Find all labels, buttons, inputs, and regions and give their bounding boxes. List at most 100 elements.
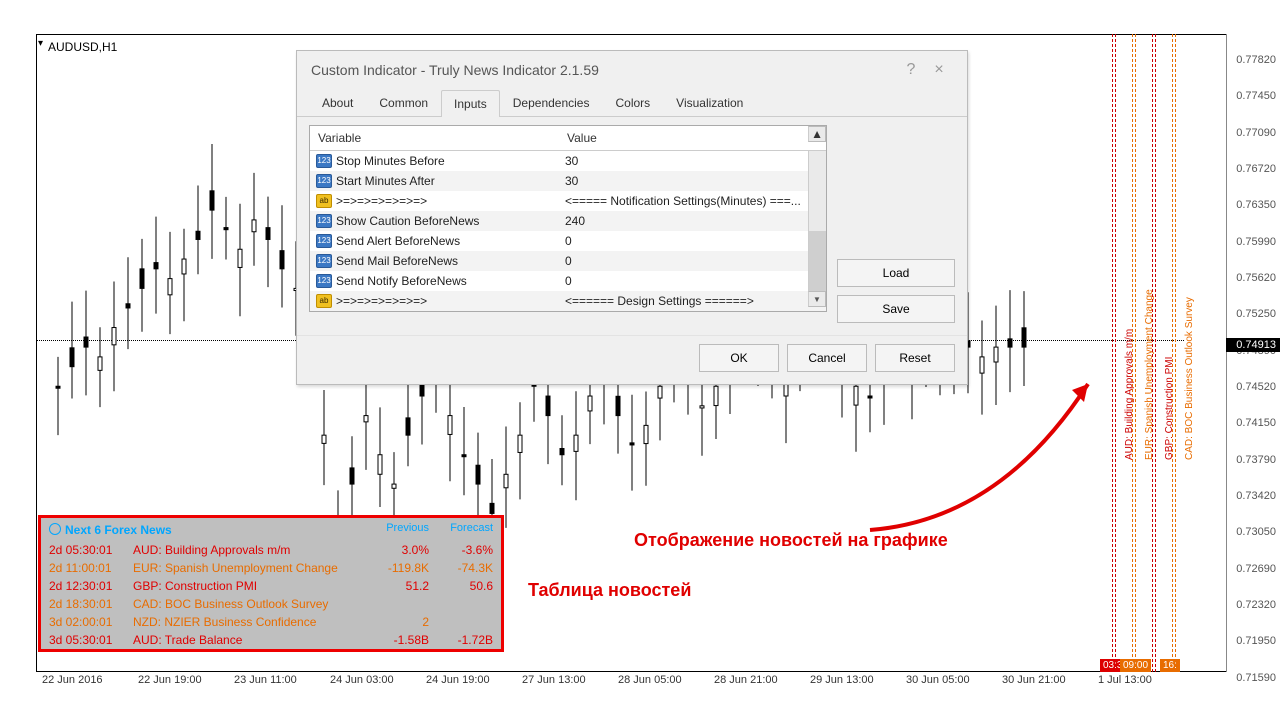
help-icon[interactable]: ?: [897, 61, 925, 79]
input-row[interactable]: 123Stop Minutes Before30: [310, 151, 826, 171]
price-tick: 0.76720: [1226, 163, 1276, 175]
time-tick: 27 Jun 13:00: [522, 674, 586, 686]
news-vline-label: EUR: Spanish Unemployment Change: [1144, 289, 1155, 460]
number-type-icon: 123: [316, 274, 332, 288]
save-button[interactable]: Save: [837, 295, 955, 323]
input-value[interactable]: 30: [559, 151, 808, 171]
news-vline-label: AUD: Building Approvals m/m: [1124, 329, 1135, 460]
input-row[interactable]: 123 Send Notify BeforeNews 0: [310, 271, 826, 291]
load-button[interactable]: Load: [837, 259, 955, 287]
price-tick: 0.75250: [1226, 308, 1276, 320]
scroll-up-icon[interactable]: ▲: [808, 126, 826, 142]
input-value[interactable]: <===== Notification Settings(Minutes) ==…: [559, 191, 808, 211]
indicator-properties-dialog: Custom Indicator - Truly News Indicator …: [296, 50, 968, 385]
time-tick: 1 Jul 13:00: [1098, 674, 1152, 686]
cancel-button[interactable]: Cancel: [787, 344, 867, 372]
column-value[interactable]: Value: [559, 126, 808, 150]
input-value[interactable]: <====== Design Settings ======>: [559, 291, 808, 311]
input-row[interactable]: 123 Send Alert BeforeNews 0: [310, 231, 826, 251]
input-variable-name: Send Notify BeforeNews: [336, 274, 467, 288]
input-value[interactable]: 30: [559, 171, 808, 191]
tab-visualization[interactable]: Visualization: [663, 89, 756, 116]
news-row: 3d 05:30:01AUD: Trade Balance-1.58B-1.72…: [41, 631, 501, 649]
news-fore: 50.6: [429, 579, 493, 593]
scroll-track[interactable]: [808, 191, 826, 211]
scroll-thumb[interactable]: [808, 231, 826, 251]
input-variable-name: >=>=>=>=>=>=>: [336, 294, 427, 308]
string-type-icon: ab: [316, 194, 332, 208]
input-row[interactable]: 123Send Mail BeforeNews0: [310, 251, 826, 271]
news-vline-time: 16:: [1160, 659, 1180, 672]
input-row[interactable]: 123Show Caution BeforeNews240: [310, 211, 826, 231]
number-type-icon: 123: [316, 214, 332, 228]
news-fore: -74.3K: [429, 561, 493, 575]
price-tick: 0.73050: [1226, 526, 1276, 538]
ok-button[interactable]: OK: [699, 344, 779, 372]
column-variable[interactable]: Variable: [310, 126, 559, 150]
news-table-title: Next 6 Forex News: [49, 522, 365, 537]
price-tick: 0.77820: [1226, 54, 1276, 66]
news-vline: [1132, 34, 1133, 672]
news-table: Next 6 Forex News Previous Forecast 2d 0…: [38, 515, 504, 652]
scroll-thumb[interactable]: [808, 271, 826, 291]
price-tick: 0.74520: [1226, 381, 1276, 393]
input-value[interactable]: 0: [559, 231, 808, 251]
news-fore: -3.6%: [429, 543, 493, 557]
tab-colors[interactable]: Colors: [602, 89, 663, 116]
time-tick: 30 Jun 05:00: [906, 674, 970, 686]
news-time: 2d 05:30:01: [49, 543, 133, 557]
news-col-previous: Previous: [365, 522, 429, 537]
input-row[interactable]: 123Start Minutes After30: [310, 171, 826, 191]
input-value[interactable]: 0: [559, 271, 808, 291]
price-tick: 0.73790: [1226, 454, 1276, 466]
time-tick: 23 Jun 11:00: [234, 674, 297, 686]
scroll-thumb[interactable]: [808, 251, 826, 271]
news-name: CAD: BOC Business Outlook Survey: [133, 597, 365, 611]
annotation-table-news: Таблица новостей: [528, 580, 691, 601]
price-tick: 0.76350: [1226, 199, 1276, 211]
scroll-track[interactable]: [808, 151, 826, 171]
news-name: AUD: Building Approvals m/m: [133, 543, 365, 557]
news-prev: [365, 597, 429, 611]
tab-dependencies[interactable]: Dependencies: [500, 89, 603, 116]
scroll-track[interactable]: [808, 211, 826, 231]
news-prev: 51.2: [365, 579, 429, 593]
input-variable-name: Send Alert BeforeNews: [336, 234, 460, 248]
price-tick: 0.74150: [1226, 417, 1276, 429]
news-col-forecast: Forecast: [429, 522, 493, 537]
news-time: 2d 12:30:01: [49, 579, 133, 593]
price-tick: 0.72320: [1226, 599, 1276, 611]
dialog-titlebar[interactable]: Custom Indicator - Truly News Indicator …: [297, 51, 967, 89]
time-axis: 22 Jun 201622 Jun 19:0023 Jun 11:0024 Ju…: [36, 672, 1238, 690]
news-name: AUD: Trade Balance: [133, 633, 365, 647]
input-value[interactable]: 240: [559, 211, 808, 231]
reset-button[interactable]: Reset: [875, 344, 955, 372]
tab-about[interactable]: About: [309, 89, 366, 116]
number-type-icon: 123: [316, 234, 332, 248]
news-prev: 2: [365, 615, 429, 629]
tab-inputs[interactable]: Inputs: [441, 90, 500, 117]
annotation-arrow: [860, 370, 1120, 540]
news-vline: [1155, 34, 1156, 672]
news-vline: [1152, 34, 1153, 672]
scroll-down-icon[interactable]: ▼: [808, 291, 826, 307]
inputs-table[interactable]: Variable Value ▲ 123 Stop Minutes Before 3…: [309, 125, 827, 312]
input-value[interactable]: 0: [559, 251, 808, 271]
time-tick: 24 Jun 19:00: [426, 674, 490, 686]
input-row[interactable]: ab>=>=>=>=>=>=><===== Notification Setti…: [310, 191, 826, 211]
time-tick: 24 Jun 03:00: [330, 674, 394, 686]
time-tick: 30 Jun 21:00: [1002, 674, 1066, 686]
dialog-tabs: AboutCommonInputsDependenciesColorsVisua…: [297, 89, 967, 117]
price-tick: 0.71950: [1226, 635, 1276, 647]
input-row[interactable]: ab>=>=>=>=>=>=><====== Design Settings =…: [310, 291, 826, 311]
close-icon[interactable]: ×: [925, 61, 953, 79]
news-vline: [1175, 34, 1176, 672]
news-name: GBP: Construction PMI: [133, 579, 365, 593]
time-tick: 29 Jun 13:00: [810, 674, 874, 686]
input-variable-name: Stop Minutes Before: [336, 154, 445, 168]
tab-common[interactable]: Common: [366, 89, 441, 116]
scroll-track[interactable]: [808, 171, 826, 191]
time-tick: 22 Jun 19:00: [138, 674, 202, 686]
news-vline-label: GBP: Construction PMI: [1164, 357, 1175, 460]
news-name: NZD: NZIER Business Confidence: [133, 615, 365, 629]
